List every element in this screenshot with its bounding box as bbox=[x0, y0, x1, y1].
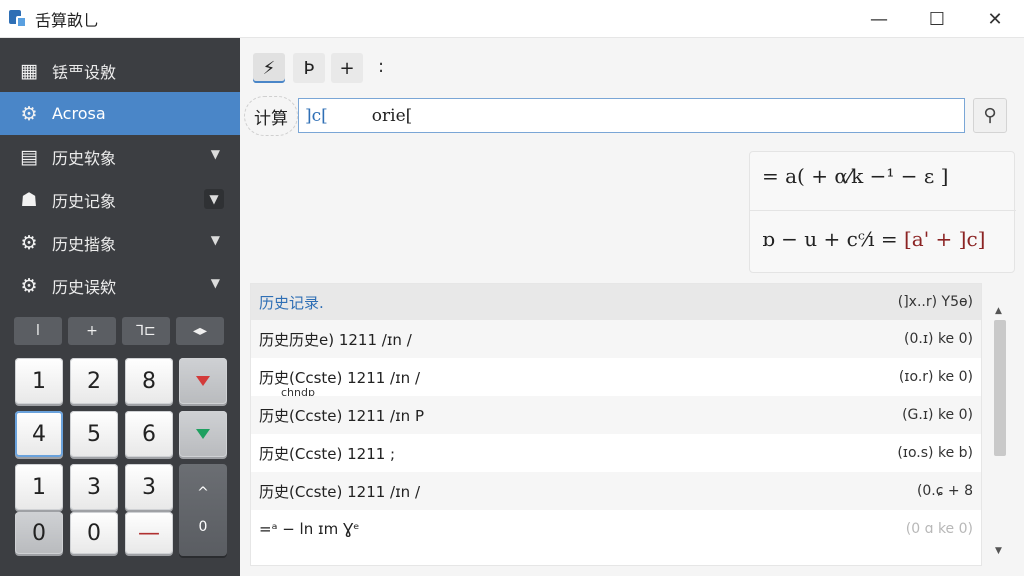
chevron-down-icon[interactable]: ▼ bbox=[211, 276, 220, 290]
formula-input[interactable]: ]c[ orie[ bbox=[298, 98, 965, 133]
sidebar-item-history-1[interactable]: ▤ 历史软象 ▼ bbox=[0, 135, 240, 178]
history-expression: 历史(Ccste) 1211 /ɪn / bbox=[259, 368, 421, 387]
history-row[interactable]: 历史(Ccste) 1211 /ɪn / (0.ɕ + 8 bbox=[251, 472, 981, 510]
gear-icon: ⚙ bbox=[20, 274, 38, 297]
operator-row: l + ⅂⊏ ◂▸ bbox=[14, 317, 226, 345]
history-value: (0.ɕ + 8 bbox=[916, 483, 973, 499]
gear-icon: ⚙ bbox=[20, 231, 38, 254]
history-row[interactable]: 历史(Ccste) 1211 /ɪn / chndp (ɪo.r) ke 0) bbox=[251, 358, 981, 400]
title-bar: 舌算畝乚 — ☐ ✕ bbox=[0, 0, 1024, 38]
key-1[interactable]: 1 bbox=[15, 358, 63, 404]
arrow-down-red-icon bbox=[196, 376, 210, 386]
key-1b[interactable]: 1 bbox=[15, 464, 63, 510]
app-icon bbox=[9, 9, 27, 28]
caret-up-label: ^ bbox=[197, 485, 209, 501]
history-value: (ɪo.r) ke 0) bbox=[898, 369, 973, 385]
user-icon: ☗ bbox=[20, 188, 38, 211]
key-8[interactable]: 8 bbox=[125, 358, 173, 404]
document-icon: ▤ bbox=[20, 145, 38, 168]
result-line-2-left: ɒ − u + cᶜ⁄ı = bbox=[762, 227, 904, 251]
result-line-2-right: [a' + ]c] bbox=[903, 227, 986, 251]
scroll-thumb[interactable] bbox=[994, 320, 1006, 456]
result-line-2: ɒ − u + cᶜ⁄ı = [a' + ]c] bbox=[762, 227, 985, 251]
window-title: 舌算畝乚 bbox=[35, 10, 100, 30]
chevron-down-icon[interactable]: ▼ bbox=[204, 189, 224, 209]
sidebar-item-history-4[interactable]: ⚙ 历史误欸 ▼ bbox=[0, 264, 240, 307]
history-expression: 历史(Ccste) 1211 ; bbox=[259, 444, 396, 463]
history-expression: 历史(Ccste) 1211 /ɪn P bbox=[259, 406, 425, 425]
down-red-button[interactable] bbox=[179, 358, 227, 404]
sidebar-item-label: Acrosa bbox=[52, 104, 106, 123]
scroll-down-icon[interactable]: ▼ bbox=[995, 546, 1002, 556]
history-header-value: (]x..r) Y5ɵ) bbox=[897, 294, 973, 310]
down-green-button[interactable] bbox=[179, 411, 227, 457]
key-5[interactable]: 5 bbox=[70, 411, 118, 457]
sidebar-item-label: 历史揩象 bbox=[52, 234, 117, 254]
history-row[interactable]: 历史历史e) 1211 /ɪn / (0.ɪ) ke 0) bbox=[251, 320, 981, 358]
plus-button[interactable]: + bbox=[68, 317, 116, 345]
sidebar-item-label: 历史误欸 bbox=[52, 277, 117, 297]
history-value: (ɪo.s) ke b) bbox=[897, 445, 973, 461]
key-3b[interactable]: 3 bbox=[125, 464, 173, 510]
history-expression: =ᵃ − ln ɪm Ɣᵉ bbox=[259, 520, 360, 538]
search-button[interactable]: ⚲ bbox=[973, 98, 1007, 133]
zero-label: 0 bbox=[198, 519, 208, 535]
operator-button[interactable]: ⅂⊏ bbox=[122, 317, 170, 345]
history-expression: 历史(Ccste) 1211 /ɪn / bbox=[259, 482, 421, 501]
history-title: 历史记录. bbox=[259, 293, 324, 312]
history-expression: 历史历史e) 1211 /ɪn / bbox=[259, 330, 412, 349]
result-panel: = a( + α⁄k −¹ − ɛ ] ɒ − u + cᶜ⁄ı = [a' +… bbox=[749, 151, 1016, 273]
search-icon: ⚲ bbox=[983, 105, 997, 126]
window-controls: — ☐ ✕ bbox=[850, 0, 1024, 38]
key-0[interactable]: 0 bbox=[15, 512, 63, 554]
gear-icon: ⚙ bbox=[20, 102, 38, 125]
chevron-down-icon[interactable]: ▼ bbox=[211, 233, 220, 247]
sidebar-item-dashboard[interactable]: ▦ 铥覀设敫 bbox=[0, 49, 240, 92]
lightning-button[interactable]: ⚡ bbox=[253, 53, 285, 83]
close-button[interactable]: ✕ bbox=[966, 0, 1024, 38]
operator-button[interactable]: l bbox=[14, 317, 62, 345]
tall-key[interactable]: ^ 0 bbox=[179, 464, 227, 556]
key-0b[interactable]: 0 bbox=[70, 512, 118, 554]
sidebar-item-history-3[interactable]: ⚙ 历史揩象 ▼ bbox=[0, 221, 240, 264]
p-button[interactable]: Ϸ bbox=[293, 53, 325, 83]
history-rows: 历史历史e) 1211 /ɪn / (0.ɪ) ke 0) 历史(Ccste) … bbox=[251, 320, 981, 548]
history-scrollbar[interactable]: ▲ ▼ bbox=[991, 306, 1009, 570]
history-value: (0 ɑ ke 0) bbox=[905, 521, 973, 537]
minus-key[interactable]: — bbox=[125, 512, 173, 554]
maximize-button[interactable]: ☐ bbox=[908, 0, 966, 38]
history-value: (0.ɪ) ke 0) bbox=[904, 331, 973, 347]
chevron-down-icon[interactable]: ▼ bbox=[211, 147, 220, 161]
key-2[interactable]: 2 bbox=[70, 358, 118, 404]
scroll-up-icon[interactable]: ▲ bbox=[995, 306, 1002, 316]
history-row[interactable]: 历史(Ccste) 1211 ; (ɪo.s) ke b) bbox=[251, 434, 981, 472]
history-list: 历史记录. (]x..r) Y5ɵ) 历史历史e) 1211 /ɪn / (0.… bbox=[250, 283, 982, 566]
dashboard-icon: ▦ bbox=[20, 59, 38, 82]
history-header: 历史记录. (]x..r) Y5ɵ) bbox=[251, 284, 981, 320]
result-line-1: = a( + α⁄k −¹ − ɛ ] bbox=[762, 164, 949, 188]
input-prefix: ]c[ bbox=[305, 105, 328, 126]
sidebar-item-acrosa[interactable]: ⚙ Acrosa bbox=[0, 92, 240, 135]
key-3[interactable]: 3 bbox=[70, 464, 118, 510]
plus-tool-button[interactable]: + bbox=[331, 53, 363, 83]
sidebar-item-label: 铥覀设敫 bbox=[52, 62, 117, 82]
arrow-down-green-icon bbox=[196, 429, 210, 439]
main-panel: ⚡ Ϸ + : 计算 ]c[ orie[ ⚲ = a( + α⁄k −¹ − ɛ… bbox=[240, 38, 1024, 576]
arrows-button[interactable]: ◂▸ bbox=[176, 317, 224, 345]
sidebar-item-label: 历史软象 bbox=[52, 148, 117, 168]
more-options-button[interactable]: : bbox=[378, 56, 384, 77]
sidebar-item-history-2[interactable]: ☗ 历史记象 ▼ bbox=[0, 178, 240, 221]
minimize-button[interactable]: — bbox=[850, 0, 908, 38]
history-value: (G.ɪ) ke 0) bbox=[902, 407, 973, 423]
history-row[interactable]: 历史(Ccste) 1211 /ɪn P (G.ɪ) ke 0) bbox=[251, 396, 981, 434]
history-row[interactable]: =ᵃ − ln ɪm Ɣᵉ (0 ɑ ke 0) bbox=[251, 510, 981, 548]
key-4[interactable]: 4 bbox=[15, 411, 63, 457]
key-6[interactable]: 6 bbox=[125, 411, 173, 457]
result-divider bbox=[750, 210, 1016, 211]
sidebar-item-label: 历史记象 bbox=[52, 191, 117, 211]
calc-label: 计算 bbox=[244, 96, 298, 136]
input-text: orie[ bbox=[371, 105, 413, 126]
